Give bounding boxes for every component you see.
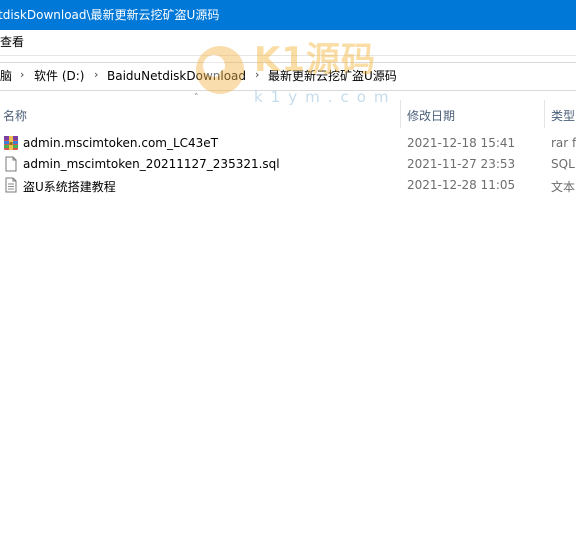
file-row[interactable]: admin.mscimtoken.com_LC43eT 2021-12-18 1… <box>0 133 576 154</box>
window-title: tdiskDownload\最新更新云挖矿盗U源码 <box>0 8 220 22</box>
column-header-date[interactable]: 修改日期 <box>407 107 455 124</box>
address-bar[interactable]: 脑 › 软件 (D:) › BaiduNetdiskDownload › 最新更… <box>0 62 576 91</box>
file-name: admin_mscimtoken_20211127_235321.sql <box>23 157 280 171</box>
file-row[interactable]: admin_mscimtoken_20211127_235321.sql 202… <box>0 154 576 175</box>
file-name: admin.mscimtoken.com_LC43eT <box>23 136 219 150</box>
breadcrumb-chevron-icon[interactable]: › <box>20 68 24 81</box>
file-type: 文本 <box>551 180 576 194</box>
column-divider[interactable] <box>400 100 401 128</box>
window-title-bar[interactable]: tdiskDownload\最新更新云挖矿盗U源码 <box>0 0 576 30</box>
file-type: SQL <box>551 157 575 171</box>
breadcrumb-current-folder[interactable]: 最新更新云挖矿盗U源码 <box>268 69 397 84</box>
file-date: 2021-12-18 15:41 <box>407 136 516 150</box>
breadcrumb-chevron-icon[interactable]: › <box>255 68 259 81</box>
breadcrumb-baidunetdiskdownload[interactable]: BaiduNetdiskDownload <box>107 69 246 84</box>
file-type: rar f <box>551 136 576 150</box>
file-date: 2021-12-28 11:05 <box>407 178 516 192</box>
column-header-type[interactable]: 类型 <box>551 107 575 124</box>
ribbon: 查看 <box>0 30 576 56</box>
column-header-name[interactable]: 名称 <box>3 107 27 124</box>
column-divider[interactable] <box>544 100 545 128</box>
column-header: 名称 修改日期 类型 <box>0 100 576 128</box>
breadcrumb-drive-d[interactable]: 软件 (D:) <box>34 69 84 84</box>
breadcrumb-chevron-icon[interactable]: › <box>94 68 98 81</box>
document-icon <box>3 156 19 172</box>
tab-view[interactable]: 查看 <box>0 34 24 51</box>
file-date: 2021-11-27 23:53 <box>407 157 516 171</box>
breadcrumb-this-pc[interactable]: 脑 <box>0 69 12 84</box>
text-file-icon <box>3 177 19 193</box>
file-name: 盗U系统搭建教程 <box>23 180 116 194</box>
file-row[interactable]: 盗U系统搭建教程 2021-12-28 11:05 文本 <box>0 175 576 196</box>
rar-archive-icon <box>3 135 19 151</box>
